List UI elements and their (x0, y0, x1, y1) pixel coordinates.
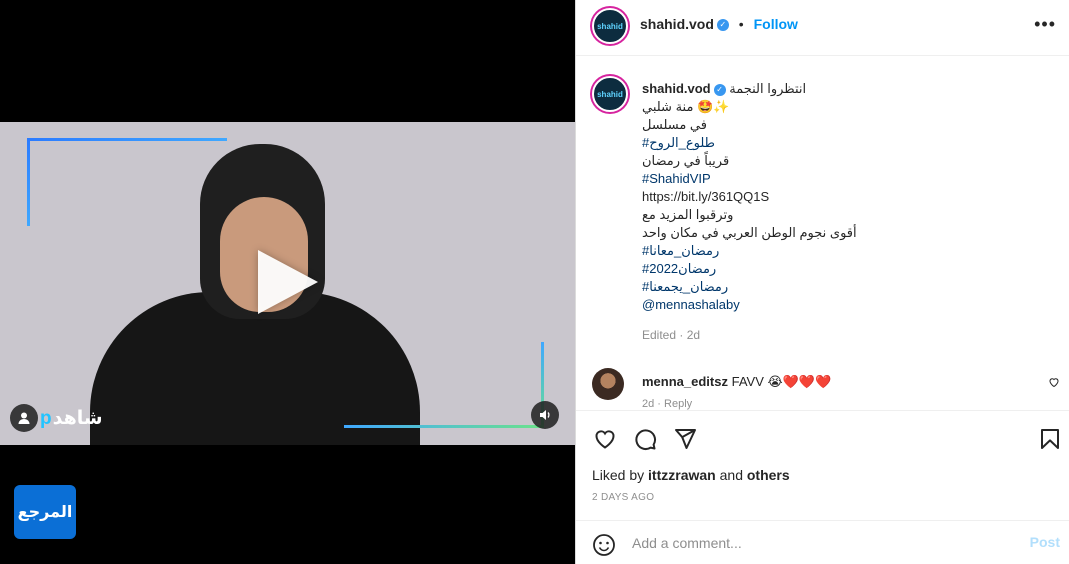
post-details-panel: shahid shahid.vod ✓ • Follow ••• shahid s… (575, 0, 1069, 564)
frame-corner-top (27, 138, 227, 141)
video-brand-suffix: p (40, 408, 53, 429)
likes-summary: Liked by ittzzrawan and others (592, 467, 790, 483)
comment-body: FAVV (731, 374, 764, 389)
hashtag-link[interactable]: #طلوع_الروح (642, 134, 1042, 152)
hashtag-link[interactable]: #رمضان2022 (642, 260, 1042, 278)
caption-line: قريباً في رمضان (642, 153, 730, 168)
post-actions (576, 410, 1069, 464)
video-player[interactable]: pشاهد (0, 122, 575, 445)
bookmark-icon[interactable] (1036, 425, 1064, 453)
header-user-row: shahid.vod ✓ • Follow (640, 16, 798, 32)
video-brand-name: شاهد (52, 408, 103, 429)
play-icon[interactable] (258, 250, 318, 314)
caption-line: وترقبوا المزيد مع (642, 207, 734, 222)
comment-composer: Post (576, 520, 1069, 564)
caption-line: منة شلبي 🤩✨ (642, 99, 730, 114)
site-watermark-logo: المرجع (14, 485, 76, 539)
avatar[interactable]: shahid (592, 8, 628, 44)
verified-badge-icon: ✓ (716, 19, 729, 32)
follow-button[interactable]: Follow (754, 16, 798, 32)
edited-timestamp: Edited · 2d (642, 328, 701, 342)
comment-input[interactable] (632, 531, 992, 555)
comment-avatar[interactable] (592, 368, 624, 400)
header-username[interactable]: shahid.vod (640, 16, 714, 32)
emoji-icon[interactable] (592, 533, 615, 556)
comment-hearts: ❤️❤️❤️ (782, 374, 832, 389)
user-icon (18, 412, 30, 424)
comments-scroll-area[interactable]: shahid shahid.vod ✓ انتظروا النجمة منة شل… (576, 56, 1069, 410)
frame-corner-left (27, 138, 30, 226)
hashtag-link[interactable]: #رمضان_معانا (642, 242, 1042, 260)
caption-line: في مسلسل (642, 117, 707, 132)
heart-icon[interactable] (591, 425, 619, 453)
comment-item: menna_editsz FAVV 😭❤️❤️❤️ 2d · Reply (592, 368, 1062, 410)
comment-username[interactable]: menna_editsz (642, 374, 728, 389)
caption-avatar[interactable]: shahid (592, 76, 628, 112)
liked-by-and: and (719, 467, 743, 483)
liked-by-others[interactable]: others (747, 467, 790, 483)
verified-badge-icon: ✓ (713, 83, 726, 96)
mute-button[interactable] (531, 401, 559, 429)
speaker-icon (540, 410, 550, 420)
comment-like-heart-icon[interactable] (1048, 376, 1060, 391)
watermark-label: المرجع (17, 504, 73, 521)
video-brand-logo: pشاهد (40, 407, 103, 430)
hashtag-link[interactable]: #رمضان_يجمعنا (642, 278, 1042, 296)
liked-by-prefix: Liked by (592, 467, 645, 483)
hashtag-link[interactable]: #ShahidVIP (642, 170, 1042, 188)
tagged-users-button[interactable] (10, 404, 38, 432)
separator-dot: • (738, 16, 744, 32)
more-options-icon[interactable]: ••• (1034, 14, 1056, 35)
comment-emoji: 😭 (767, 374, 783, 389)
share-icon[interactable] (671, 425, 699, 453)
liked-by-user[interactable]: ittzzrawan (648, 467, 716, 483)
media-panel: pشاهد المرجع (0, 0, 575, 564)
post-date: 2 DAYS AGO (592, 492, 655, 503)
post-comment-button[interactable]: Post (1030, 534, 1060, 550)
caption-line: أقوى نجوم الوطن العربي في مكان واحد (642, 225, 857, 240)
comment-icon[interactable] (631, 425, 659, 453)
caption-line: shahid.vod ✓ انتظروا النجمة (642, 80, 1042, 98)
comment-time: 2d · Reply (642, 398, 693, 410)
comment-text: menna_editsz FAVV 😭❤️❤️❤️ (642, 374, 831, 390)
mention-link[interactable]: @mennashalaby (642, 296, 1042, 314)
caption-username[interactable]: shahid.vod (642, 81, 711, 96)
post-caption: shahid.vod ✓ انتظروا النجمة منة شلبي 🤩✨ ف… (642, 80, 1042, 314)
caption-url: https://bit.ly/361QQ1S (642, 189, 770, 204)
post-header: shahid shahid.vod ✓ • Follow ••• (576, 0, 1069, 56)
caption-text: انتظروا النجمة (729, 81, 807, 96)
frame-corner-bottom (344, 425, 544, 428)
